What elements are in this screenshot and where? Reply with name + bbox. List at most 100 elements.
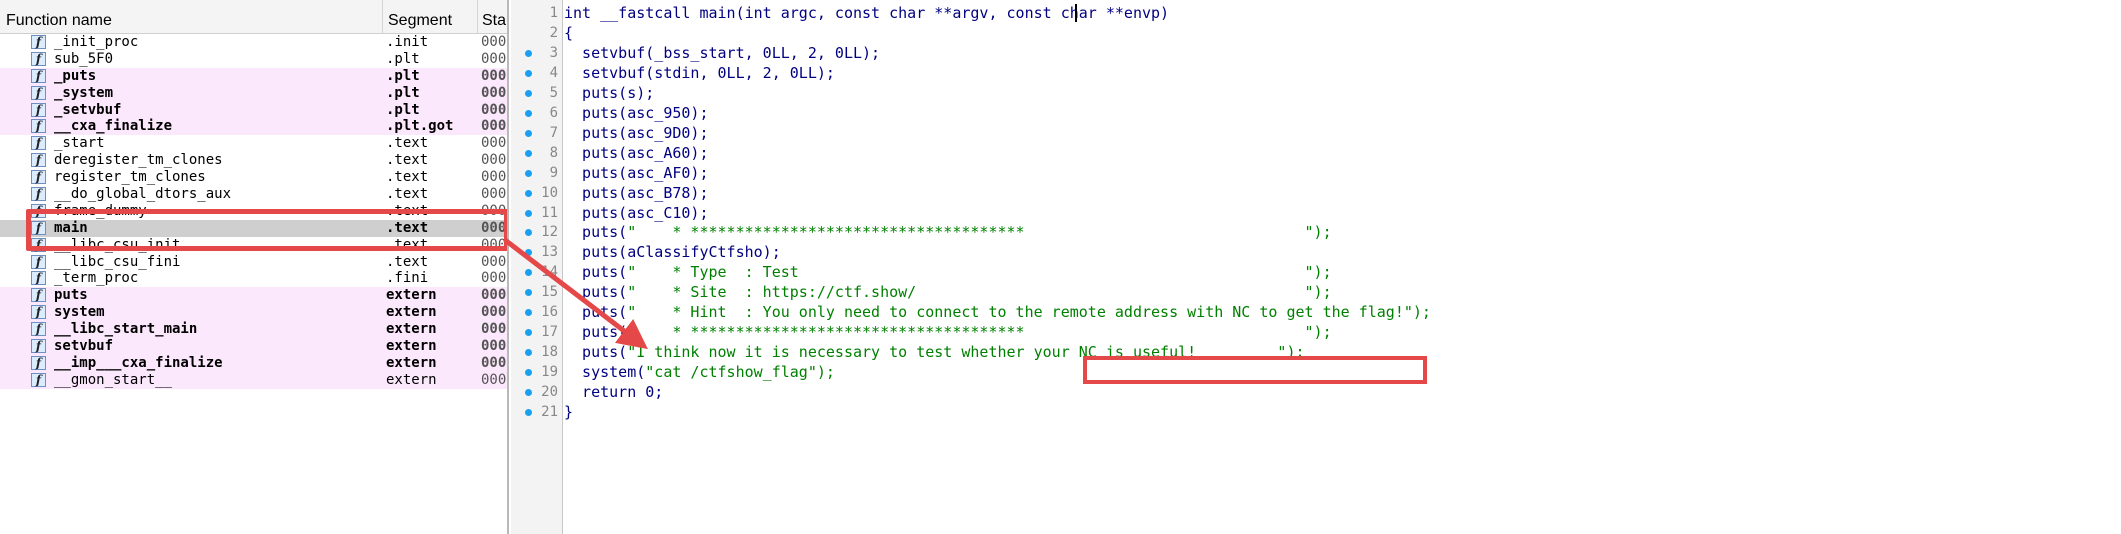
- text-cursor: [1075, 4, 1077, 22]
- code-line[interactable]: 7 puts(asc_9D0);: [511, 123, 2121, 143]
- code-text: puts(asc_AF0);: [564, 163, 708, 183]
- column-start[interactable]: Sta: [478, 0, 507, 33]
- function-row[interactable]: f __cxa_finalize .plt.got 000: [0, 118, 507, 136]
- function-segment: .fini: [386, 270, 429, 287]
- code-part: puts(: [564, 263, 628, 282]
- code-line[interactable]: 8 puts(asc_A60);: [511, 143, 2121, 163]
- code-line[interactable]: 11 puts(asc_C10);: [511, 203, 2121, 223]
- functions-panel: Function name Segment Sta f _init_proc .in…: [0, 0, 509, 534]
- code-text: setvbuf(_bss_start, 0LL, 2, 0LL);: [564, 43, 880, 63]
- code-string: "cat /ctfshow_flag");: [645, 363, 835, 382]
- code-text: setvbuf(stdin, 0LL, 2, 0LL);: [564, 63, 835, 83]
- line-number: 7: [549, 124, 558, 141]
- function-icon: f: [31, 254, 46, 269]
- code-part: return 0;: [564, 383, 664, 402]
- code-line[interactable]: 5 puts(s);: [511, 83, 2121, 103]
- function-icon: f: [31, 68, 46, 83]
- code-part: puts(: [564, 283, 628, 302]
- function-start: 000: [481, 101, 507, 118]
- line-number: 21: [541, 404, 558, 420]
- function-start: 0000: [481, 253, 507, 270]
- code-part: puts(: [564, 323, 628, 342]
- code-text: system("cat /ctfshow_flag");: [564, 362, 835, 382]
- code-text: puts(" * Type : Test ");: [564, 262, 1332, 282]
- function-segment: extern: [386, 321, 437, 338]
- code-text: puts(" * *******************************…: [564, 222, 1332, 242]
- column-function-name[interactable]: Function name: [0, 0, 383, 33]
- function-segment: .plt: [386, 84, 420, 101]
- function-icon: f: [31, 271, 46, 286]
- function-row[interactable]: f puts extern 000: [0, 287, 507, 305]
- code-string: " * Type : Test ");: [627, 263, 1332, 282]
- code-text: puts(asc_9D0);: [564, 123, 708, 143]
- function-row[interactable]: f _system .plt 000: [0, 84, 507, 102]
- column-segment[interactable]: Segment: [383, 0, 478, 33]
- function-icon: f: [31, 288, 46, 303]
- code-line[interactable]: 21}: [511, 402, 2121, 422]
- code-line[interactable]: 4 setvbuf(stdin, 0LL, 2, 0LL);: [511, 63, 2121, 83]
- code-line[interactable]: 2{: [511, 23, 2121, 43]
- function-segment: extern: [386, 354, 437, 371]
- function-icon: f: [31, 339, 46, 354]
- code-line[interactable]: 3 setvbuf(_bss_start, 0LL, 2, 0LL);: [511, 43, 2121, 63]
- code-part: puts(s);: [564, 83, 655, 102]
- function-segment: .plt: [386, 50, 420, 67]
- code-line[interactable]: 13 puts(aClassifyCtfsho);: [511, 242, 2121, 262]
- function-icon: f: [31, 372, 46, 387]
- function-start: 000: [481, 304, 507, 321]
- function-row[interactable]: f _term_proc .fini 0000: [0, 270, 507, 287]
- function-row[interactable]: f __gmon_start__ extern 000: [0, 371, 507, 389]
- function-row[interactable]: f register_tm_clones .text 0000: [0, 169, 507, 186]
- code-line[interactable]: 20 return 0;: [511, 382, 2121, 402]
- function-row[interactable]: f __libc_csu_fini .text 0000: [0, 253, 507, 271]
- code-line[interactable]: 15 puts(" * Site : https://ctf.show/ ");: [511, 282, 2121, 302]
- function-row[interactable]: f system extern 000: [0, 304, 507, 322]
- function-segment: .text: [386, 135, 429, 152]
- function-name: __do_global_dtors_aux: [54, 186, 232, 203]
- function-segment: .text: [386, 152, 429, 169]
- function-row[interactable]: f _puts .plt 000: [0, 67, 507, 85]
- pseudocode-panel: 1 int __fastcall main(int argc, const cha…: [511, 0, 2121, 534]
- code-line[interactable]: 14 puts(" * Type : Test ");: [511, 262, 2121, 282]
- function-icon: f: [31, 355, 46, 370]
- code-part: }: [564, 403, 574, 421]
- function-start: 0000: [481, 169, 507, 186]
- function-row[interactable]: f __do_global_dtors_aux .text 0000: [0, 186, 507, 203]
- line-number: 4: [549, 64, 558, 81]
- code-line[interactable]: 1 int __fastcall main(int argc, const cha…: [511, 3, 2121, 23]
- line-number: 12: [541, 224, 558, 241]
- function-name: _start: [54, 135, 105, 152]
- code-line[interactable]: 10 puts(asc_B78);: [511, 183, 2121, 203]
- function-row[interactable]: f _init_proc .init 0000: [0, 34, 507, 51]
- function-start: 0000: [481, 135, 507, 152]
- function-row[interactable]: f setvbuf extern 000: [0, 338, 507, 355]
- code-line[interactable]: 12 puts(" * ****************************…: [511, 222, 2121, 242]
- function-name: __libc_start_main: [54, 321, 198, 338]
- function-segment: .text: [386, 169, 429, 186]
- code-part: puts(asc_950);: [564, 103, 709, 122]
- function-name: _term_proc: [54, 270, 139, 287]
- function-row[interactable]: f deregister_tm_clones .text 0000: [0, 152, 507, 169]
- function-icon: f: [31, 187, 46, 202]
- function-start: 000: [481, 321, 507, 338]
- function-row[interactable]: f _start .text 0000: [0, 135, 507, 152]
- function-row[interactable]: f sub_5F0 .plt 0000: [0, 50, 507, 68]
- function-start: 000: [481, 354, 507, 371]
- function-start: 000: [481, 118, 507, 135]
- code-text: int __fastcall main(int argc, const char…: [564, 3, 1169, 23]
- function-name: _puts: [54, 67, 97, 84]
- function-name: _init_proc: [54, 34, 139, 50]
- function-row[interactable]: f __imp___cxa_finalize extern 000: [0, 354, 507, 372]
- function-row[interactable]: f _setvbuf .plt 000: [0, 101, 507, 119]
- code-line[interactable]: 17 puts(" * ****************************…: [511, 322, 2121, 342]
- line-number: 20: [541, 384, 558, 401]
- code-part: setvbuf(_bss_start, 0LL, 2, 0LL);: [564, 43, 881, 62]
- function-name: deregister_tm_clones: [54, 152, 223, 169]
- code-line[interactable]: 6 puts(asc_950);: [511, 103, 2121, 123]
- code-part: system(: [564, 363, 646, 382]
- line-number: 17: [541, 324, 558, 341]
- code-line[interactable]: 9 puts(asc_AF0);: [511, 163, 2121, 183]
- code-part: puts(aClassifyCtfsho);: [564, 243, 781, 262]
- function-row[interactable]: f __libc_start_main extern 000: [0, 321, 507, 339]
- code-line[interactable]: 16 puts(" * Hint : You only need to conn…: [511, 302, 2121, 322]
